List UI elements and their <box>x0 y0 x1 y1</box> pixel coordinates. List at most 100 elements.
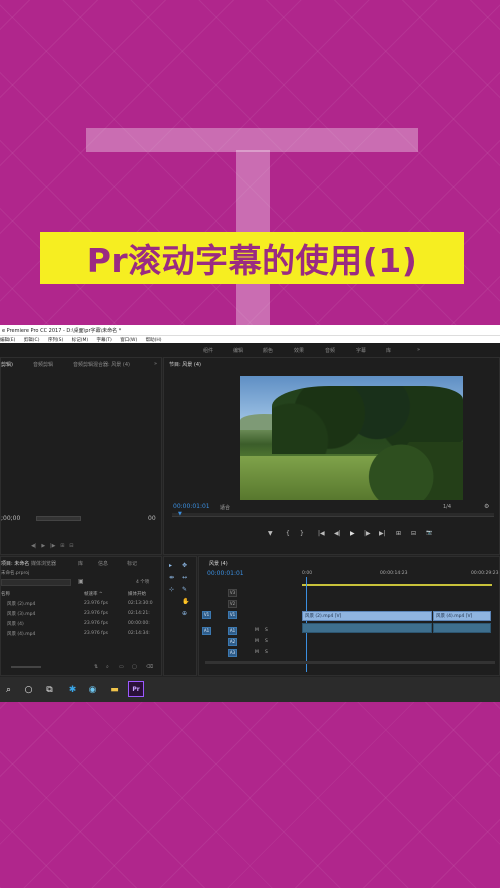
folder-icon[interactable]: ▣ <box>78 578 84 585</box>
premiere-icon[interactable]: Pr <box>128 681 144 697</box>
ripple-edit-tool-icon[interactable]: ⇹ <box>169 574 174 581</box>
clear-icon[interactable]: ⌫ <box>146 664 153 670</box>
source-patch-v1[interactable]: V1 <box>202 611 211 619</box>
browser-icon[interactable]: ◉ <box>86 683 99 696</box>
tab-source[interactable]: 剪辑) <box>1 361 13 368</box>
workspace-assembly[interactable]: 组件 <box>203 347 213 354</box>
workspace-titles[interactable]: 字幕 <box>356 347 366 354</box>
extract-icon[interactable]: ⊟ <box>411 530 416 537</box>
lift-icon[interactable]: ⊞ <box>396 530 401 537</box>
video-clip[interactable]: 风景 (2).mp4 [V] <box>302 611 432 621</box>
selection-tool-icon[interactable]: ▸ <box>169 562 172 569</box>
track-a1[interactable]: A1 <box>228 627 237 635</box>
workspace-editing[interactable]: 编辑 <box>233 347 243 354</box>
tab-sequence[interactable]: 风景 (4) <box>209 560 228 567</box>
solo-button[interactable]: S <box>265 639 268 644</box>
razor-tool-icon[interactable]: ⊹ <box>169 586 174 593</box>
project-search-input[interactable] <box>1 579 71 586</box>
tab-markers[interactable]: 标记 <box>127 560 137 567</box>
page-title: Pr滚动字幕的使用(1) <box>40 232 464 284</box>
mark-in-icon[interactable]: { <box>286 530 290 537</box>
tab-project[interactable]: 项目: 未命名 <box>1 560 29 567</box>
mute-button[interactable]: M <box>255 628 259 633</box>
track-a3[interactable]: A3 <box>228 649 237 657</box>
wrench-icon[interactable]: ⚙ <box>484 503 489 510</box>
project-panel: 项目: 未命名 媒体浏览器 库 信息 标记 未命名.prproj ▣ 4 个项 … <box>0 556 162 676</box>
track-select-tool-icon[interactable]: ✥ <box>182 562 187 569</box>
window-title: e Premiere Pro CC 2017 - D:\桌面\pr字幕\未命名 … <box>0 325 500 335</box>
resolution-dropdown[interactable]: 1/4 <box>443 504 451 510</box>
step-forward-icon[interactable]: |▶ <box>364 530 371 537</box>
tab-libraries[interactable]: 库 <box>78 560 83 567</box>
video-clip[interactable]: 风景 (4).mp4 [V] <box>433 611 491 621</box>
clip-start: 02:14:21: <box>128 611 150 616</box>
cortana-icon[interactable]: ○ <box>22 683 35 696</box>
go-to-in-icon[interactable]: |◀ <box>318 530 325 537</box>
work-area-bar[interactable] <box>302 584 492 586</box>
play-icon[interactable]: ▶ <box>41 543 46 549</box>
workspace-effects[interactable]: 效果 <box>294 347 304 354</box>
fit-dropdown[interactable]: 适合 <box>220 504 230 511</box>
hand-tool-icon[interactable]: ✋ <box>182 598 189 605</box>
app-icon[interactable]: ✱ <box>66 683 79 696</box>
search-icon[interactable]: ⌕ <box>2 683 15 696</box>
workspace-color[interactable]: 颜色 <box>263 347 273 354</box>
tab-audio-clip[interactable]: 音频剪辑 <box>33 361 53 368</box>
tab-audio-mixer[interactable]: 音频剪辑混合器: 风景 (4) <box>73 361 130 368</box>
clip-fps: 23.976 fps <box>84 621 108 626</box>
step-back-icon[interactable]: ◀| <box>31 543 38 549</box>
tab-info[interactable]: 信息 <box>98 560 108 567</box>
item-count: 4 个项 <box>136 580 150 585</box>
source-patch-a1[interactable]: A1 <box>202 627 211 635</box>
workspace-more[interactable]: » <box>417 347 420 353</box>
track-v3[interactable]: V3 <box>228 589 237 597</box>
mark-out-icon[interactable]: } <box>300 530 304 537</box>
timeline-scrollbar[interactable] <box>205 661 495 664</box>
track-a2[interactable]: A2 <box>228 638 237 646</box>
track-v2[interactable]: V2 <box>228 600 237 608</box>
table-row[interactable]: 风景 (4) 23.976 fps 00:00:00: <box>1 621 153 629</box>
track-v1[interactable]: V1 <box>228 611 237 619</box>
timeline-timecode[interactable]: 00:00:01:01 <box>207 570 244 577</box>
solo-button[interactable]: S <box>265 650 268 655</box>
audio-clip[interactable] <box>302 623 432 633</box>
mute-button[interactable]: M <box>255 639 259 644</box>
task-view-icon[interactable]: ⧉ <box>43 683 56 696</box>
program-timecode[interactable]: 00:00:01:01 <box>173 503 210 510</box>
new-item-icon[interactable]: ▢ <box>132 664 137 670</box>
column-fps[interactable]: 帧速率 ^ <box>84 591 103 597</box>
zoom-tool-icon[interactable]: ⊕ <box>182 610 187 617</box>
sort-icon[interactable]: ⇅ <box>94 664 98 670</box>
panel-more-icon[interactable]: » <box>154 361 157 367</box>
step-forward-icon[interactable]: |▶ <box>50 543 57 549</box>
solo-button[interactable]: S <box>265 628 268 633</box>
tab-program[interactable]: 节目: 风景 (4) <box>169 361 201 368</box>
go-to-out-icon[interactable]: ▶| <box>379 530 386 537</box>
workspace-libraries[interactable]: 库 <box>386 347 391 354</box>
folder-icon[interactable]: ▬ <box>108 683 121 696</box>
find-icon[interactable]: ⌕ <box>106 664 109 670</box>
tab-media-browser[interactable]: 媒体浏览器 <box>31 560 56 567</box>
program-scrubber[interactable]: ▼ <box>172 511 494 517</box>
marker-icon[interactable]: ▼ <box>268 530 273 537</box>
column-name[interactable]: 名称 <box>1 591 10 597</box>
table-row[interactable]: 风景 (3).mp4 23.976 fps 02:14:21: <box>1 611 153 619</box>
pen-tool-icon[interactable]: ✎ <box>182 586 187 593</box>
clip-fps: 23.976 fps <box>84 611 108 616</box>
play-icon[interactable]: ▶ <box>350 530 355 537</box>
table-row[interactable]: 风景 (2).mp4 23.976 fps 02:13:30:0 <box>1 601 153 609</box>
table-row[interactable]: 风景 (4).mp4 23.976 fps 02:14:34: <box>1 631 153 639</box>
workspace-audio[interactable]: 音频 <box>325 347 335 354</box>
step-back-icon[interactable]: ◀| <box>334 530 341 537</box>
column-media-start[interactable]: 媒体开始 <box>128 591 146 597</box>
rolling-edit-tool-icon[interactable]: ↔ <box>182 574 187 581</box>
overwrite-icon[interactable]: ⊟ <box>69 543 73 549</box>
playhead-marker-icon[interactable]: ▼ <box>178 511 182 517</box>
mute-button[interactable]: M <box>255 650 259 655</box>
audio-clip[interactable] <box>433 623 491 633</box>
new-bin-icon[interactable]: ▭ <box>119 664 124 670</box>
camera-icon[interactable]: 📷 <box>426 530 432 536</box>
icon-size-slider[interactable] <box>11 666 41 668</box>
source-zoom-slider[interactable] <box>36 516 81 521</box>
insert-icon[interactable]: ⊞ <box>60 543 66 549</box>
